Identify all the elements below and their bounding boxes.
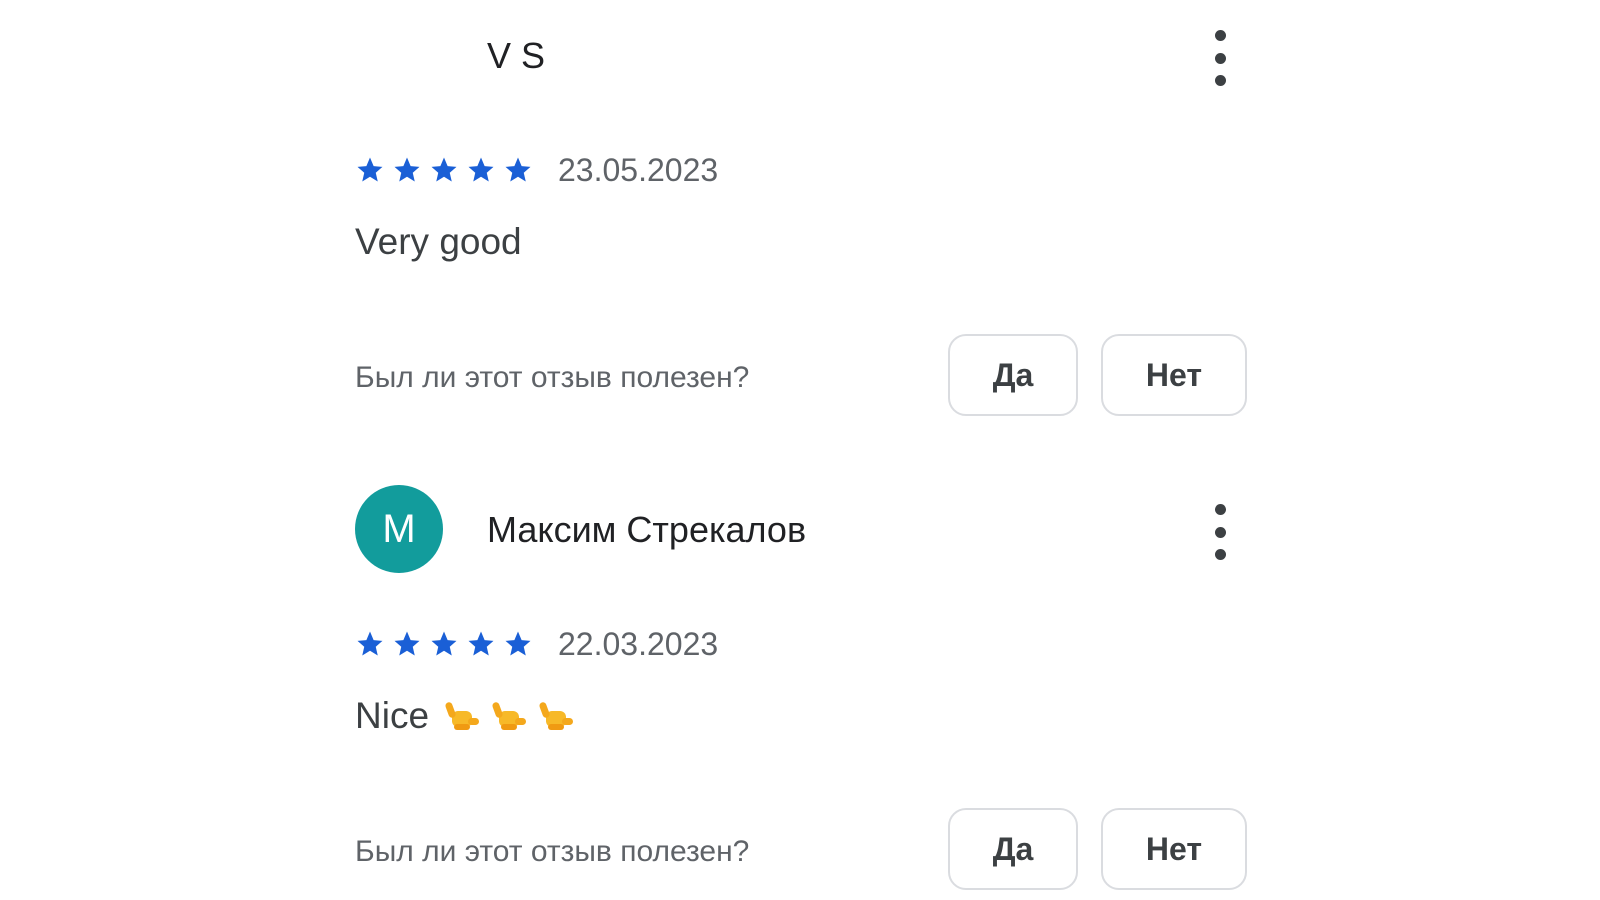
star-icon: [429, 629, 459, 659]
rating-row: 23.05.2023: [355, 150, 718, 190]
review-header: M Максим Стрекалов: [355, 482, 1235, 582]
review-date: 22.03.2023: [558, 626, 719, 662]
author-name: V S: [487, 35, 546, 76]
call-me-hand-emoji-icon: [441, 696, 481, 736]
review-text: Very good: [355, 220, 522, 264]
avatar: [355, 11, 443, 99]
star-icon: [392, 629, 422, 659]
call-me-hand-emoji-icon: [535, 696, 575, 736]
review-text-content: Very good: [355, 221, 522, 262]
star-icon: [355, 155, 385, 185]
review-header: V S: [355, 8, 1235, 108]
yes-button[interactable]: Да: [948, 334, 1078, 416]
star-icon: [503, 155, 533, 185]
avatar: M: [355, 485, 443, 573]
no-button[interactable]: Нет: [1101, 808, 1247, 890]
star-icon: [355, 629, 385, 659]
star-icon: [429, 155, 459, 185]
author-name: Максим Стрекалов: [487, 509, 807, 550]
helpful-question: Был ли этот отзыв полезен?: [355, 835, 750, 868]
call-me-hand-emoji-icon: [488, 696, 528, 736]
helpful-row: Был ли этот отзыв полезен? Да Нет: [355, 808, 1255, 894]
helpful-question: Был ли этот отзыв полезен?: [355, 361, 750, 394]
rating-row: 22.03.2023: [355, 624, 718, 664]
more-vert-icon[interactable]: [1205, 30, 1235, 86]
star-icon: [466, 155, 496, 185]
no-button[interactable]: Нет: [1101, 334, 1247, 416]
star-rating: [355, 629, 540, 659]
review-text-content: Nice: [355, 695, 430, 736]
helpful-row: Был ли этот отзыв полезен? Да Нет: [355, 334, 1255, 420]
star-icon: [503, 629, 533, 659]
review-text: Nice: [355, 694, 582, 738]
star-icon: [466, 629, 496, 659]
star-icon: [392, 155, 422, 185]
reviews-page: V S 23.05.2023 Very good Был ли этот отз…: [0, 0, 1600, 900]
star-rating: [355, 155, 540, 185]
more-vert-icon[interactable]: [1205, 504, 1235, 560]
yes-button[interactable]: Да: [948, 808, 1078, 890]
emoji-group: [441, 696, 582, 736]
review-date: 23.05.2023: [558, 152, 719, 188]
